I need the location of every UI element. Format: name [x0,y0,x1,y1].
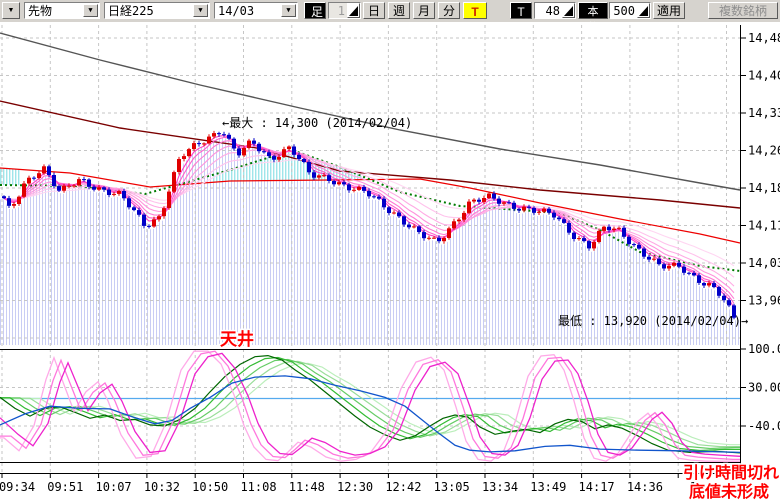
osc-axis-label: 30.00 [748,381,780,395]
price-axis-label: 14,405 [748,69,780,83]
session-low-annotation: 最低 : 13,920 (2014/02/04)→ [558,314,748,328]
chart-svg[interactable]: 14,480 14,405 14,335 14,260 14,185 14,110 14,0… [0,0,780,500]
period-minute-button[interactable]: 分 [438,2,460,19]
spinner-button[interactable] [562,3,575,18]
tick-toggle-button[interactable]: T [463,2,487,19]
chevron-down-icon[interactable]: ▼ [281,4,296,17]
contract-month-combobox[interactable]: 14/03 ▼ [214,2,298,19]
history-dropdown-button[interactable]: ▼ [2,2,20,19]
symbol-combobox[interactable]: 日経225 ▼ [104,2,210,19]
price-axis-label: 14,110 [748,219,780,233]
spinner-button[interactable] [347,3,360,18]
time-axis-label: 09:34 [0,480,35,494]
close-timeout-annotation: 引け時間切れ [683,463,779,482]
bars-count-field[interactable]: 500 [609,2,651,19]
time-axis-label: 10:50 [192,480,228,494]
chevron-down-icon: ▼ [3,5,19,16]
tick-label-button[interactable]: T [510,2,532,19]
time-axis-label: 10:07 [96,480,132,494]
no-bottom-annotation: 底値未形成 [689,482,769,500]
osc-axis-label: -40.00 [748,419,780,433]
spinner-triangle-icon [564,6,573,16]
time-axis-label: 11:48 [289,480,325,494]
bar-type-button[interactable]: 足 [304,2,326,19]
instrument-value: 先物 [28,3,52,19]
price-axis-label: 14,480 [748,31,780,45]
contract-value: 14/03 [218,3,254,19]
bar-interval-value: 1 [338,3,345,19]
chart-app: ▼ 先物 ▼ 日経225 ▼ 14/03 ▼ 足 1 日 週 月 分 T T 4… [0,0,780,500]
toolbar: ▼ 先物 ▼ 日経225 ▼ 14/03 ▼ 足 1 日 週 月 分 T T 4… [0,0,780,22]
time-axis-label: 10:32 [144,480,180,494]
instrument-combobox[interactable]: 先物 ▼ [24,2,100,19]
chevron-down-icon[interactable]: ▼ [83,4,98,17]
tick-count-field[interactable]: 48 [534,2,576,19]
time-axis-label: 12:30 [337,480,373,494]
price-axis-label: 14,035 [748,256,780,270]
spinner-triangle-icon [349,6,358,16]
ceiling-annotation: 天井 [220,329,254,350]
price-axis-label: 14,335 [748,106,780,120]
symbol-value: 日経225 [108,3,154,19]
tick-count-value: 48 [546,3,560,19]
chevron-down-icon[interactable]: ▼ [193,4,208,17]
price-axis-label: 14,185 [748,181,780,195]
multi-symbol-button: 複数銘柄 [708,2,778,19]
apply-button[interactable]: 適用 [653,2,685,19]
time-axis-label: 14:17 [579,480,615,494]
period-month-button[interactable]: 月 [413,2,435,19]
session-high-annotation: ←最大 : 14,300 (2014/02/04) [222,116,412,130]
price-axis-label: 14,260 [748,144,780,158]
period-week-button[interactable]: 週 [388,2,410,19]
spinner-button[interactable] [637,3,650,18]
osc-axis-label: 100.00 [748,342,780,356]
price-axis-label: 13,960 [748,294,780,308]
time-axis-label: 14:36 [627,480,663,494]
time-axis-label: 13:34 [482,480,518,494]
oscillator-panel [0,350,740,463]
time-axis-label: 09:51 [47,480,83,494]
period-day-button[interactable]: 日 [363,2,385,19]
bar-interval-field[interactable]: 1 [328,2,361,19]
time-axis-label: 12:42 [385,480,421,494]
time-axis-label: 13:49 [530,480,566,494]
time-axis-label: 13:05 [434,480,470,494]
bars-count-value: 500 [613,3,635,19]
time-axis-label: 11:08 [240,480,276,494]
bars-label-button[interactable]: 本数 [578,2,608,19]
spinner-triangle-icon [639,6,648,16]
